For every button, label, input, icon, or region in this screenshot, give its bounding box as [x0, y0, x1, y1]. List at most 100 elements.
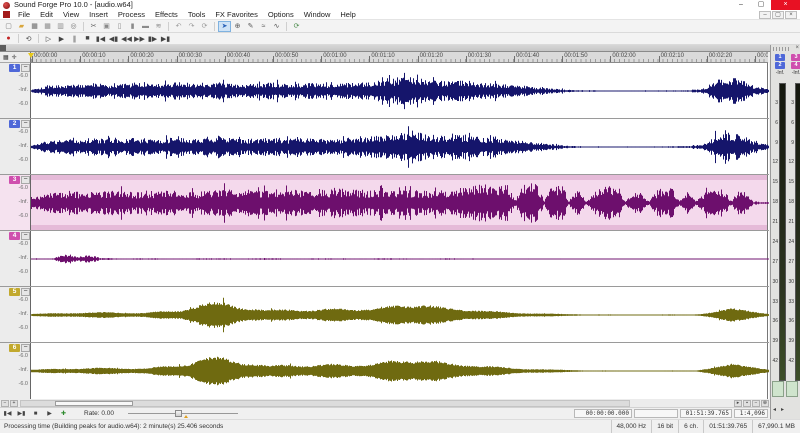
time-zoom-out-button[interactable]: −: [1, 400, 9, 407]
rewind-button[interactable]: ◀◀: [120, 33, 133, 44]
trim-icon[interactable]: ▬: [139, 21, 152, 32]
zoom-ratio-box[interactable]: 1:4,096: [734, 409, 768, 418]
zoom-normal-button[interactable]: ▸: [734, 400, 742, 407]
minimize-button[interactable]: –: [731, 0, 751, 10]
play-normal-button[interactable]: ▶: [43, 409, 56, 418]
save-as-icon[interactable]: ▦: [41, 21, 54, 32]
go-to-start-button[interactable]: ▮◀: [1, 409, 14, 418]
menu-tools[interactable]: Tools: [183, 10, 211, 20]
waveform-view-channel-4[interactable]: [30, 231, 768, 286]
waveform-view-channel-6[interactable]: [30, 343, 768, 399]
open-in-chainer-button[interactable]: ✚: [57, 409, 70, 418]
channel-minimize-button[interactable]: −: [21, 120, 30, 128]
channel-minimize-button[interactable]: −: [21, 288, 30, 296]
menu-fx-favorites[interactable]: FX Favorites: [210, 10, 263, 20]
magnify-tool-icon[interactable]: ⊕: [231, 21, 244, 32]
go-to-end-button[interactable]: ▶▮: [159, 33, 172, 44]
waveform-view-channel-1[interactable]: [30, 63, 768, 118]
snap-cursor-icon[interactable]: ✛: [12, 54, 17, 61]
overview-cursor[interactable]: [0, 45, 6, 51]
mix-icon[interactable]: ≋: [152, 21, 165, 32]
channel-minimize-button[interactable]: −: [21, 344, 30, 352]
cursor-marker[interactable]: [28, 53, 34, 58]
menu-process[interactable]: Process: [113, 10, 150, 20]
meter-scroll-left-icon[interactable]: ◂: [773, 407, 776, 413]
channel-number-badge[interactable]: 3: [9, 176, 20, 184]
scrollbar-thumb[interactable]: [55, 401, 133, 406]
waveform-view-channel-5[interactable]: [30, 287, 768, 342]
menu-options[interactable]: Options: [263, 10, 299, 20]
meter-panel-close-icon[interactable]: ×: [795, 45, 799, 52]
stop-button[interactable]: ■: [81, 33, 94, 44]
rate-slider[interactable]: [128, 409, 238, 418]
zoom-in-button[interactable]: ⊕: [761, 400, 769, 407]
mdi-close-button[interactable]: ×: [785, 11, 797, 19]
channel-number-badge[interactable]: 2: [9, 120, 20, 128]
edit-tool-icon[interactable]: ➤: [218, 21, 231, 32]
waveform-view-channel-3[interactable]: [30, 175, 768, 230]
repeat-icon[interactable]: ⟳: [198, 21, 211, 32]
event-tool-icon[interactable]: ∿: [270, 21, 283, 32]
record-button[interactable]: ●: [2, 33, 15, 44]
waveform-view-channel-2[interactable]: [30, 119, 768, 174]
meter-scroll-right-icon[interactable]: ▸: [781, 407, 784, 413]
paste-special-icon[interactable]: ▮: [126, 21, 139, 32]
channel-number-badge[interactable]: 6: [9, 344, 20, 352]
horizontal-scrollbar[interactable]: −+▸▪−⊕: [0, 399, 770, 408]
copy-icon[interactable]: ▣: [100, 21, 113, 32]
menu-effects[interactable]: Effects: [150, 10, 183, 20]
channel-minimize-button[interactable]: −: [21, 64, 30, 72]
menu-file[interactable]: File: [13, 10, 35, 20]
restore-button[interactable]: ▢: [751, 0, 771, 10]
play-all-button[interactable]: ▷: [42, 33, 55, 44]
menu-insert[interactable]: Insert: [84, 10, 113, 20]
position-box[interactable]: 00:00:00.000: [574, 409, 632, 418]
menu-window[interactable]: Window: [299, 10, 336, 20]
new-file-icon[interactable]: ▢: [2, 21, 15, 32]
save-icon[interactable]: ▦: [28, 21, 41, 32]
go-to-start-button[interactable]: ▮◀: [94, 33, 107, 44]
redo-icon[interactable]: ↷: [185, 21, 198, 32]
paste-icon[interactable]: ▯: [113, 21, 126, 32]
menu-help[interactable]: Help: [335, 10, 360, 20]
ruler-time-label: 00:01:50: [564, 53, 587, 59]
rate-slider-thumb[interactable]: [175, 410, 182, 417]
forward-button[interactable]: ▶▶: [133, 33, 146, 44]
menu-edit[interactable]: Edit: [35, 10, 58, 20]
previous-marker-button[interactable]: ◀▮: [107, 33, 120, 44]
mdi-minimize-button[interactable]: –: [759, 11, 771, 19]
time-zoom-in-button[interactable]: +: [10, 400, 18, 407]
time-ruler[interactable]: 00:00:0000:00:1000:00:2000:00:3000:00:40…: [30, 52, 768, 63]
length-box[interactable]: 01:51:39.765: [680, 409, 732, 418]
play-button[interactable]: ▶: [55, 33, 68, 44]
channel-minimize-button[interactable]: −: [21, 232, 30, 240]
meter-panel-grip[interactable]: [773, 47, 791, 51]
ruler-major-tick: [466, 56, 467, 62]
undo-icon[interactable]: ↶: [172, 21, 185, 32]
menu-view[interactable]: View: [58, 10, 84, 20]
zoom-out-button[interactable]: −: [752, 400, 760, 407]
go-to-end-button[interactable]: ▶▮: [15, 409, 28, 418]
selection-box[interactable]: [634, 409, 678, 418]
channel-minimize-button[interactable]: −: [21, 176, 30, 184]
render-as-icon[interactable]: ▥: [54, 21, 67, 32]
close-button[interactable]: ×: [771, 0, 800, 10]
cut-icon[interactable]: ✂: [87, 21, 100, 32]
pause-button[interactable]: ∥: [68, 33, 81, 44]
pencil-tool-icon[interactable]: ✎: [244, 21, 257, 32]
stop-button[interactable]: ■: [29, 409, 42, 418]
refresh-icon[interactable]: ⟳: [290, 21, 303, 32]
overview-bar[interactable]: [0, 45, 770, 52]
open-file-icon[interactable]: ▰: [15, 21, 28, 32]
loop-playback-button[interactable]: ⟲: [22, 33, 35, 44]
next-marker-button[interactable]: ▮▶: [146, 33, 159, 44]
mdi-restore-button[interactable]: ▢: [772, 11, 784, 19]
channel-number-badge[interactable]: 5: [9, 288, 20, 296]
channel-number-badge[interactable]: 4: [9, 232, 20, 240]
channel-number-badge[interactable]: 1: [9, 64, 20, 72]
burn-disc-icon[interactable]: ◎: [67, 21, 80, 32]
envelope-tool-icon[interactable]: ≈: [257, 21, 270, 32]
zoom-selection-button[interactable]: ▪: [743, 400, 751, 407]
scrollbar-track[interactable]: [20, 400, 630, 407]
audio-stream-icon[interactable]: ▦: [3, 54, 9, 61]
